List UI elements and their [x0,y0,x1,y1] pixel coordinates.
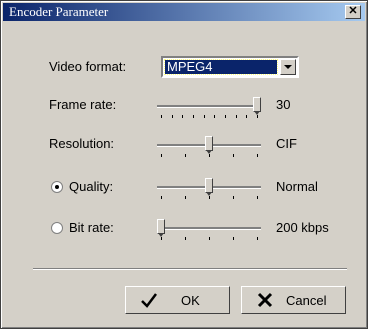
bit-rate-value: 200 kbps [276,220,329,235]
slider-tick [161,237,162,240]
slider-tick [185,154,186,157]
slider-tick [257,196,258,199]
slider-tick [233,196,234,199]
slider-tick [257,115,258,118]
quality-slider[interactable] [157,178,261,200]
video-format-selected: MPEG4 [164,59,278,75]
slider-tick [233,154,234,157]
frame-rate-value: 30 [276,97,291,112]
slider-tick [203,115,205,118]
video-format-select[interactable]: MPEG4 [161,56,299,78]
quality-value: Normal [276,179,318,194]
slider-track [157,227,261,230]
bit-rate-label[interactable]: Bit rate: [69,220,114,236]
ok-label: OK [181,293,200,308]
slider-tick [185,196,186,199]
bit-rate-radio[interactable] [51,222,63,234]
window-title: Encoder Parameter [9,4,109,19]
slider-tick [233,237,234,240]
resolution-slider[interactable] [157,136,261,158]
close-icon[interactable]: ✕ [345,5,361,19]
encoder-parameter-dialog: Encoder Parameter ✕ Video format: MPEG4 … [0,0,368,329]
slider-thumb[interactable] [205,178,213,196]
slider-tick [209,154,210,157]
quality-radio[interactable] [51,181,63,193]
slider-tick [225,115,226,118]
slider-track [157,105,261,108]
frame-rate-label: Frame rate: [49,97,117,112]
divider [33,268,347,270]
checkmark-icon [141,293,157,308]
slider-thumb[interactable] [157,219,165,237]
slider-tick [209,237,210,240]
resolution-label: Resolution: [49,136,115,151]
chevron-down-icon[interactable] [280,59,296,75]
quality-label[interactable]: Quality: [69,179,113,195]
slider-tick [161,115,162,118]
slider-tick [193,115,194,118]
video-format-label: Video format: [49,59,127,74]
slider-tick [209,196,210,199]
resolution-value: CIF [276,136,297,151]
slider-thumb[interactable] [205,136,213,154]
cancel-button[interactable]: Cancel [241,286,346,314]
cancel-label: Cancel [286,293,327,308]
slider-tick [185,237,186,240]
slider-tick [257,237,258,240]
slider-tick [182,115,184,118]
frame-rate-slider[interactable] [157,97,261,119]
slider-tick [171,115,173,118]
slider-tick [246,115,248,118]
slider-tick [161,196,162,199]
slider-tick [214,115,216,118]
bit-rate-slider[interactable] [157,219,261,241]
title-bar[interactable]: Encoder Parameter ✕ [3,3,365,21]
slider-thumb[interactable] [253,97,261,115]
slider-tick [257,154,258,157]
x-icon [257,292,273,308]
slider-tick [161,154,162,157]
slider-tick [235,115,237,118]
ok-button[interactable]: OK [125,286,230,314]
